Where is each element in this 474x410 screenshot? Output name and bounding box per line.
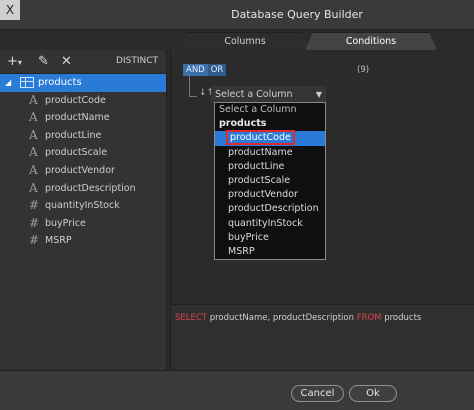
text-field-icon: A [29, 180, 38, 195]
sql-select-keyword: SELECT [175, 313, 207, 323]
table-icon [20, 77, 34, 88]
and-or-toggle[interactable]: AND OR [183, 64, 227, 76]
dropdown-option-label: quantityInStock [228, 217, 303, 229]
tree-field-row[interactable]: AproductDescription [0, 180, 166, 198]
dropdown-option[interactable]: MSRP [215, 245, 325, 259]
collapse-triangle-icon[interactable]: ◢ [5, 74, 11, 92]
dropdown-group-label: products [219, 118, 267, 130]
number-field-icon: # [29, 233, 40, 248]
tree-field-label: productVendor [45, 164, 115, 176]
table-tree-panel: +▾ ✎ ✕ DISTINCT ◢ products AproductCode A… [0, 50, 167, 370]
tree-table-row[interactable]: ◢ products [0, 74, 166, 92]
or-button[interactable]: OR [207, 64, 227, 76]
dropdown-option[interactable]: buyPrice [215, 231, 325, 245]
table-name: products [38, 77, 82, 88]
title-bar: X Database Query Builder [0, 0, 474, 30]
number-field-icon: # [29, 215, 40, 230]
tree-field-label: productDescription [45, 182, 136, 194]
dropdown-option-label: productDescription [228, 203, 319, 215]
sql-columns: productName, productDescription [209, 313, 354, 323]
tree-field-label: productName [45, 112, 110, 124]
and-button[interactable]: AND [183, 64, 208, 76]
number-field-icon: # [29, 198, 40, 213]
tree-toolbar: +▾ ✎ ✕ DISTINCT [0, 50, 166, 74]
distinct-toggle[interactable]: DISTINCT [116, 56, 158, 66]
column-select[interactable]: Select a Column ▼ [211, 86, 326, 103]
column-select-value: Select a Column [215, 89, 293, 100]
dropdown-option[interactable]: quantityInStock [215, 217, 325, 231]
tree-field-label: MSRP [45, 235, 72, 247]
sql-table: products [384, 313, 422, 323]
dropdown-option-label: productCode [226, 130, 295, 146]
tree-field-label: productCode [45, 94, 106, 106]
condition-count: (9) [357, 65, 370, 75]
tree-field-row[interactable]: # quantityInStock [0, 197, 166, 215]
dropdown-option-label: productScale [228, 174, 291, 186]
condition-connector [189, 76, 197, 97]
dropdown-option-label: MSRP [228, 245, 255, 257]
text-field-icon: A [29, 127, 38, 142]
dropdown-option[interactable]: productName [215, 146, 325, 160]
tab-bar: Columns Conditions [170, 30, 474, 50]
dropdown-option[interactable]: productDescription [215, 202, 325, 216]
delete-icon[interactable]: ✕ [61, 53, 72, 71]
sql-preview: SELECT productName, productDescription F… [170, 304, 474, 370]
tree-field-row[interactable]: AproductCode [0, 92, 166, 110]
tree-field-row[interactable]: AproductVendor [0, 162, 166, 180]
tree-field-label: productLine [45, 129, 102, 141]
text-field-icon: A [29, 110, 38, 125]
table-tree: ◢ products AproductCode AproductName Aprod… [0, 74, 166, 250]
tree-field-label: quantityInStock [45, 200, 120, 212]
dropdown-option[interactable]: productVendor [215, 188, 325, 202]
tree-field-row[interactable]: AproductLine [0, 127, 166, 145]
chevron-down-icon: ▼ [315, 90, 322, 99]
dropdown-option-label: productName [228, 146, 293, 158]
column-dropdown[interactable]: Select a Column products productCode prod… [214, 102, 326, 260]
window-title: Database Query Builder [231, 8, 363, 21]
tab-columns[interactable]: Columns [180, 32, 310, 50]
dropdown-option[interactable]: productLine [215, 160, 325, 174]
tree-field-row[interactable]: # MSRP [0, 232, 166, 250]
dropdown-option-label: productLine [228, 160, 285, 172]
text-field-icon: A [29, 145, 38, 160]
cancel-button[interactable]: Cancel [291, 385, 344, 402]
dropdown-option[interactable]: productCode [215, 130, 325, 146]
text-field-icon: A [29, 162, 38, 177]
tree-field-label: productScale [45, 147, 108, 159]
dropdown-header[interactable]: Select a Column [215, 103, 325, 117]
tree-field-row[interactable]: # buyPrice [0, 215, 166, 233]
edit-pencil-icon[interactable]: ✎ [38, 53, 49, 71]
tree-field-row[interactable]: AproductName [0, 109, 166, 127]
sql-from-keyword: FROM [356, 313, 382, 323]
tree-field-row[interactable]: AproductScale [0, 144, 166, 162]
tab-conditions[interactable]: Conditions [305, 32, 437, 50]
dropdown-option-label: productVendor [228, 189, 298, 201]
dropdown-option-label: buyPrice [228, 231, 269, 243]
text-field-icon: A [29, 92, 38, 107]
ok-button[interactable]: Ok [349, 385, 397, 402]
dialog-footer: Cancel Ok [0, 370, 474, 410]
add-icon[interactable]: +▾ [7, 53, 22, 72]
dropdown-option[interactable]: productScale [215, 174, 325, 188]
tree-field-label: buyPrice [45, 217, 86, 229]
